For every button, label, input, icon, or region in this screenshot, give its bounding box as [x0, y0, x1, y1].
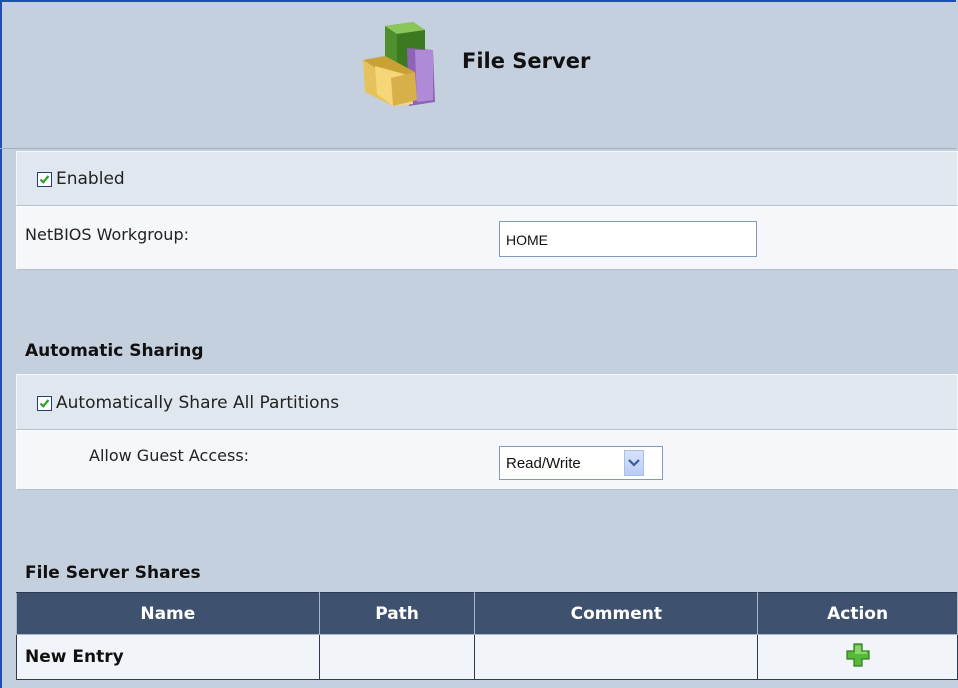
- netbios-row: NetBIOS Workgroup: HOME: [16, 206, 958, 270]
- guest-access-label: Allow Guest Access:: [89, 446, 250, 465]
- new-entry-link[interactable]: New Entry: [16, 634, 320, 680]
- share-all-row: Automatically Share All Partitions: [16, 374, 958, 430]
- enabled-label: Enabled: [56, 169, 125, 189]
- column-header-path: Path: [318, 592, 476, 635]
- column-header-action: Action: [757, 592, 958, 635]
- table-header-row: Name Path Comment Action: [16, 592, 958, 635]
- guest-access-select[interactable]: Read/Write: [499, 446, 663, 480]
- action-cell: [757, 634, 958, 680]
- automatic-sharing-title: Automatic Sharing: [25, 341, 204, 361]
- page-title: File Server: [462, 49, 591, 73]
- column-header-name: Name: [16, 592, 320, 635]
- page-header: File Server: [0, 0, 956, 149]
- add-plus-icon[interactable]: [845, 642, 871, 673]
- netbios-workgroup-input[interactable]: HOME: [499, 221, 757, 257]
- enabled-checkbox-group[interactable]: Enabled: [37, 169, 125, 189]
- path-cell: [318, 634, 476, 680]
- chevron-down-icon[interactable]: [624, 450, 644, 476]
- guest-access-value: Read/Write: [506, 454, 581, 472]
- share-all-label: Automatically Share All Partitions: [56, 393, 340, 413]
- enabled-checkbox[interactable]: [37, 171, 52, 187]
- column-header-comment: Comment: [474, 592, 759, 635]
- file-server-shares-title: File Server Shares: [25, 563, 201, 583]
- file-server-folder-icon: [355, 20, 447, 110]
- share-all-checkbox-group[interactable]: Automatically Share All Partitions: [37, 393, 339, 413]
- comment-cell: [474, 634, 759, 680]
- enabled-row: Enabled: [16, 151, 958, 206]
- guest-access-row: Allow Guest Access: Read/Write: [16, 430, 958, 490]
- share-all-checkbox[interactable]: [37, 395, 52, 411]
- table-row: New Entry: [16, 634, 958, 680]
- file-server-shares-table: Name Path Comment Action New Entry: [16, 592, 958, 680]
- netbios-workgroup-label: NetBIOS Workgroup:: [25, 225, 189, 244]
